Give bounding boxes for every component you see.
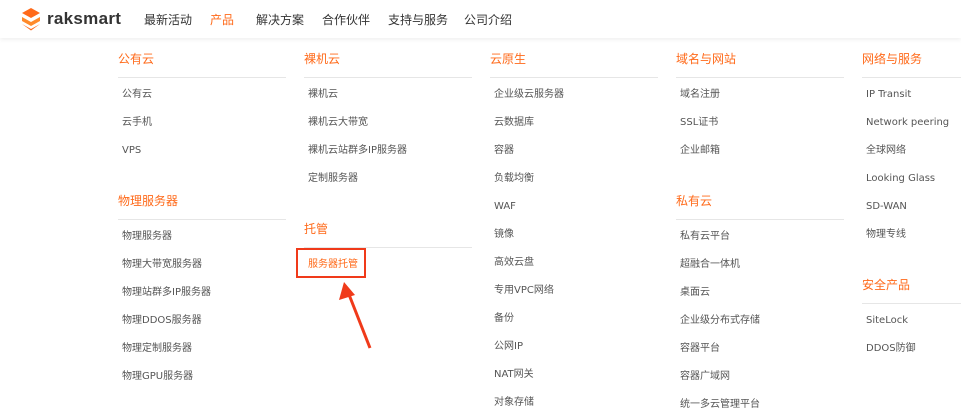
menu-item[interactable]: 容器平台 [676, 335, 844, 363]
logo-text: raksmart [47, 9, 122, 28]
nav-about[interactable]: 公司介绍 [464, 11, 512, 28]
menu-section-bare-metal: 裸机云 裸机云 裸机云大带宽 裸机云站群多IP服务器 定制服务器 [304, 50, 472, 193]
menu-item[interactable]: 备份 [490, 305, 658, 333]
section-title: 域名与网站 [676, 52, 737, 66]
divider [118, 219, 286, 220]
menu-item[interactable]: 容器 [490, 137, 658, 165]
menu-item[interactable]: 裸机云大带宽 [304, 109, 472, 137]
menu-item[interactable]: 镜像 [490, 221, 658, 249]
menu-item[interactable]: 物理专线 [862, 221, 961, 249]
divider [304, 77, 472, 78]
menu-item[interactable]: 物理站群多IP服务器 [118, 279, 286, 307]
menu-item[interactable]: Network peering [862, 109, 961, 137]
menu-section-physical: 物理服务器 物理服务器 物理大带宽服务器 物理站群多IP服务器 物理DDOS服务器 物理定… [118, 192, 286, 391]
divider [118, 77, 286, 78]
menu-item[interactable]: 物理大带宽服务器 [118, 251, 286, 279]
menu-item[interactable]: NAT网关 [490, 361, 658, 389]
menu-item[interactable]: 超融合一体机 [676, 251, 844, 279]
menu-item[interactable]: 定制服务器 [304, 165, 472, 193]
menu-section-network: 网络与服务 IP Transit Network peering 全球网络 Lookin… [862, 50, 961, 249]
highlight-box [296, 248, 366, 278]
menu-item[interactable]: 私有云平台 [676, 223, 844, 251]
menu-item[interactable]: 企业邮箱 [676, 137, 844, 165]
menu-item[interactable]: 物理服务器 [118, 223, 286, 251]
menu-item[interactable]: SSL证书 [676, 109, 844, 137]
annotation-arrow-icon [339, 282, 372, 349]
menu-item[interactable]: 专用VPC网络 [490, 277, 658, 305]
divider [490, 77, 658, 78]
logo[interactable]: raksmart [20, 7, 121, 31]
nav-support[interactable]: 支持与服务 [388, 11, 448, 28]
divider [862, 303, 961, 304]
menu-item[interactable]: 高效云盘 [490, 249, 658, 277]
menu-item[interactable]: 桌面云 [676, 279, 844, 307]
top-nav-bar: raksmart 最新活动 产品 解决方案 合作伙伴 支持与服务 公司介绍 [0, 0, 961, 38]
menu-item[interactable]: 裸机云站群多IP服务器 [304, 137, 472, 165]
menu-item[interactable]: 云数据库 [490, 109, 658, 137]
menu-item[interactable]: DDOS防御 [862, 335, 961, 363]
menu-item[interactable]: 物理GPU服务器 [118, 363, 286, 391]
menu-item[interactable]: 物理定制服务器 [118, 335, 286, 363]
menu-item[interactable]: VPS [118, 137, 286, 165]
raksmart-logo-icon [22, 8, 40, 31]
menu-item[interactable]: 统一多云管理平台 [676, 391, 844, 419]
section-title: 裸机云 [304, 52, 341, 66]
section-title: 公有云 [118, 52, 155, 66]
menu-item[interactable]: 企业级云服务器 [490, 81, 658, 109]
section-title: 托管 [304, 222, 329, 236]
divider [676, 77, 844, 78]
menu-item[interactable]: 裸机云 [304, 81, 472, 109]
section-title: 安全产品 [862, 278, 911, 292]
section-title: 物理服务器 [118, 194, 179, 208]
menu-item[interactable]: 公有云 [118, 81, 286, 109]
menu-section-public-cloud: 公有云 公有云 云手机 VPS [118, 50, 286, 165]
menu-item[interactable]: SiteLock [862, 307, 961, 335]
nav-solutions[interactable]: 解决方案 [256, 11, 304, 28]
menu-item[interactable]: WAF [490, 193, 658, 221]
menu-item[interactable]: 域名注册 [676, 81, 844, 109]
menu-item[interactable]: SD-WAN [862, 193, 961, 221]
section-title: 私有云 [676, 194, 713, 208]
menu-section-security: 安全产品 SiteLock DDOS防御 [862, 276, 961, 363]
menu-item[interactable]: 物理DDOS服务器 [118, 307, 286, 335]
menu-item[interactable]: IP Transit [862, 81, 961, 109]
menu-item[interactable]: 企业级分布式存储 [676, 307, 844, 335]
menu-section-domain: 域名与网站域名注册 SSL证书 企业邮箱 [676, 50, 844, 165]
menu-item[interactable]: 公网IP [490, 333, 658, 361]
section-title: 云原生 [490, 52, 527, 66]
menu-section-private-cloud: 私有云私有云平台 超融合一体机 桌面云 企业级分布式存储 容器平台 容器广域网 统一多云管理… [676, 192, 844, 419]
nav-partners[interactable]: 合作伙伴 [322, 11, 370, 28]
nav-latest-events[interactable]: 最新活动 [144, 11, 192, 28]
nav-products[interactable]: 产品 [210, 11, 234, 28]
divider [676, 219, 844, 220]
menu-item[interactable]: Looking Glass [862, 165, 961, 193]
menu-item[interactable]: 容器广域网 [676, 363, 844, 391]
divider [862, 77, 961, 78]
menu-item[interactable]: 对象存储 [490, 389, 658, 417]
menu-item[interactable]: 云手机 [118, 109, 286, 137]
menu-item[interactable]: 全球网络 [862, 137, 961, 165]
menu-section-cloud-native: 云原生企业级云服务器 云数据库 容器 负载均衡 WAF 镜像 高效云盘 专用VPC网络 备份 公网… [490, 50, 658, 417]
section-title: 网络与服务 [862, 52, 923, 66]
menu-item[interactable]: 负载均衡 [490, 165, 658, 193]
